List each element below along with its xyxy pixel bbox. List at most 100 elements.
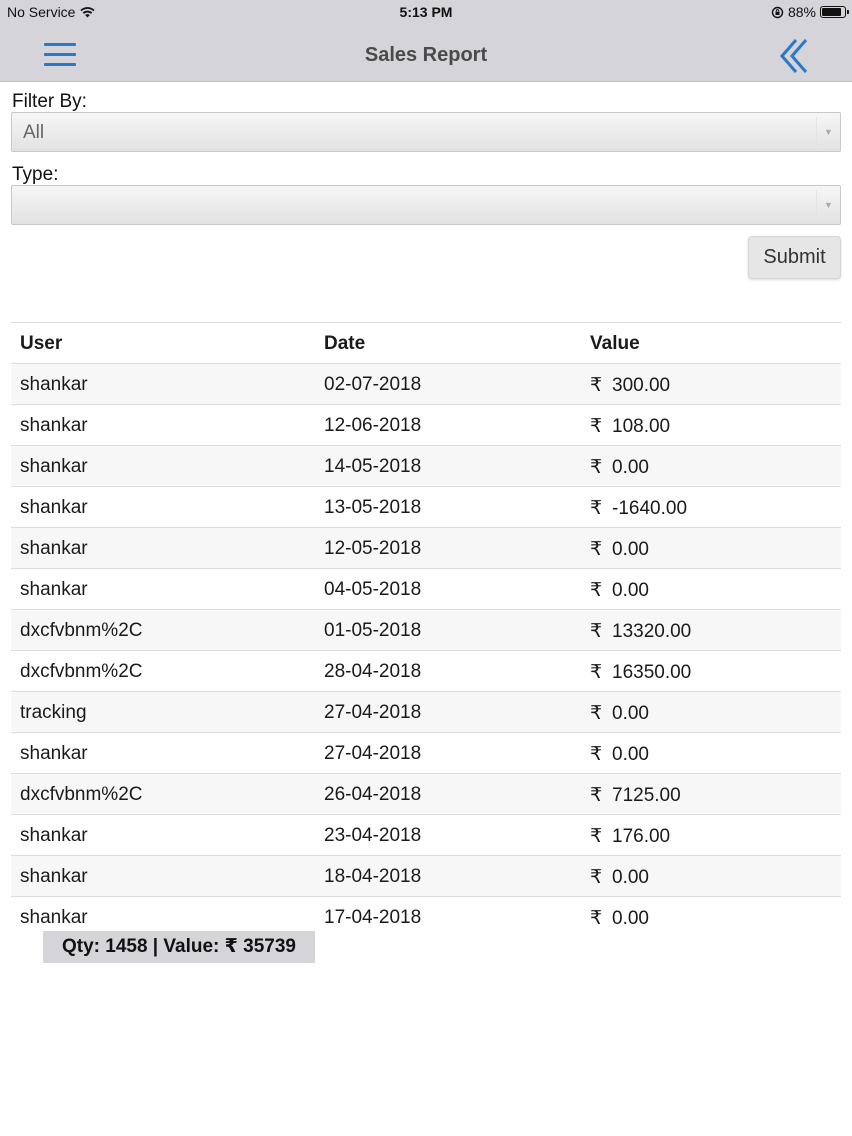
table-row: shankar 12-05-2018 ₹0.00: [11, 528, 841, 569]
cell-user: dxcfvbnm%2C: [20, 620, 143, 641]
header-user: User: [20, 333, 63, 354]
header-date: Date: [324, 333, 366, 354]
cell-value: ₹0.00: [590, 579, 649, 602]
cell-value: ₹0.00: [590, 702, 649, 725]
cell-value-amount: 0.00: [612, 744, 649, 765]
cell-value-amount: 108.00: [612, 416, 671, 437]
table-row: dxcfvbnm%2C 28-04-2018 ₹16350.00: [11, 651, 841, 692]
cell-date: 13-05-2018: [324, 497, 422, 518]
cell-user: shankar: [20, 866, 88, 887]
submit-button[interactable]: Submit: [748, 236, 841, 279]
battery-icon: [820, 6, 849, 18]
filter-by-value: All: [23, 122, 45, 143]
cell-user: shankar: [20, 743, 88, 764]
cell-value: ₹13320.00: [590, 620, 691, 643]
cell-date: 01-05-2018: [324, 620, 422, 641]
cell-value: ₹0.00: [590, 456, 649, 479]
cell-user: dxcfvbnm%2C: [20, 784, 143, 805]
cell-value: ₹0.00: [590, 866, 649, 889]
cell-value-amount: 16350.00: [612, 662, 692, 683]
cell-value-amount: 0.00: [612, 867, 649, 888]
rupee-symbol: ₹: [590, 539, 603, 560]
rupee-symbol: ₹: [590, 416, 603, 437]
status-right: 88%: [771, 4, 849, 20]
table-row: shankar 23-04-2018 ₹176.00: [11, 815, 841, 856]
cell-value: ₹ -1640.00: [590, 497, 687, 520]
cell-user: shankar: [20, 538, 88, 559]
rupee-symbol: ₹: [590, 785, 603, 806]
rupee-symbol: ₹: [590, 744, 603, 765]
cell-date: 17-04-2018: [324, 907, 422, 928]
cell-value: ₹0.00: [590, 907, 649, 930]
status-bar: No Service 5:13 PM 88%: [0, 0, 852, 24]
cell-user: shankar: [20, 579, 88, 600]
cell-user: shankar: [20, 374, 88, 395]
table-row: tracking 27-04-2018 ₹0.00: [11, 692, 841, 733]
cell-date: 27-04-2018: [324, 702, 422, 723]
cell-value: ₹108.00: [590, 415, 670, 438]
table-row: shankar 14-05-2018 ₹0.00: [11, 446, 841, 487]
cell-date: 26-04-2018: [324, 784, 422, 805]
rupee-symbol: ₹: [590, 908, 603, 929]
cell-value: ₹16350.00: [590, 661, 691, 684]
page-title: Sales Report: [364, 44, 488, 66]
cell-value: ₹0.00: [590, 743, 649, 766]
table-row: shankar 18-04-2018 ₹0.00: [11, 856, 841, 897]
nav-bar: Sales Report: [0, 24, 852, 82]
cell-user: shankar: [20, 497, 88, 518]
cell-value-amount: 0.00: [612, 580, 649, 601]
dropdown-arrow-icon: ▼: [816, 190, 840, 220]
double-chevron-left-icon: [780, 39, 808, 73]
cell-value: ₹0.00: [590, 538, 649, 561]
rupee-symbol: ₹: [590, 498, 603, 519]
table-row: shankar 12-06-2018 ₹108.00: [11, 405, 841, 446]
rupee-symbol: ₹: [590, 375, 603, 396]
table-row: shankar 27-04-2018 ₹0.00: [11, 733, 841, 774]
back-button[interactable]: [776, 38, 816, 74]
cell-value-amount: 0.00: [612, 539, 649, 560]
filter-by-label: Filter By:: [12, 91, 87, 112]
rotation-lock-icon: [771, 6, 784, 18]
type-select[interactable]: ▼: [11, 185, 841, 225]
table-row: shankar 13-05-2018 ₹ -1640.00: [11, 487, 841, 528]
filter-by-select[interactable]: All ▼: [11, 112, 841, 152]
rupee-symbol: ₹: [590, 703, 603, 724]
type-label: Type:: [12, 164, 59, 185]
cell-date: 23-04-2018: [324, 825, 422, 846]
cell-user: tracking: [20, 702, 87, 723]
cell-date: 27-04-2018: [324, 743, 422, 764]
cell-value-amount: 0.00: [612, 703, 649, 724]
table-row: dxcfvbnm%2C 26-04-2018 ₹7125.00: [11, 774, 841, 815]
cell-date: 02-07-2018: [324, 374, 422, 395]
cell-user: shankar: [20, 415, 88, 436]
cell-user: shankar: [20, 825, 88, 846]
cell-date: 12-06-2018: [324, 415, 422, 436]
rupee-symbol: ₹: [590, 580, 603, 601]
table-row: dxcfvbnm%2C 01-05-2018 ₹13320.00: [11, 610, 841, 651]
status-time: 5:13 PM: [399, 4, 453, 20]
cell-value-amount: 13320.00: [612, 621, 692, 642]
cell-value-amount: 300.00: [612, 375, 671, 396]
sales-table: User Date Value shankar 02-07-2018 ₹300.00…: [11, 322, 841, 938]
cell-value-amount: 0.00: [612, 908, 649, 929]
cell-user: shankar: [20, 456, 88, 477]
cell-date: 18-04-2018: [324, 866, 422, 887]
cell-value-amount: 7125.00: [612, 785, 681, 806]
cell-user: dxcfvbnm%2C: [20, 661, 143, 682]
rupee-symbol: ₹: [590, 662, 603, 683]
cell-date: 28-04-2018: [324, 661, 422, 682]
table-header-row: User Date Value: [11, 323, 841, 364]
cell-date: 04-05-2018: [324, 579, 422, 600]
cell-value: ₹176.00: [590, 825, 670, 848]
rupee-symbol: ₹: [590, 457, 603, 478]
cell-value-amount: 0.00: [612, 457, 649, 478]
cell-date: 12-05-2018: [324, 538, 422, 559]
battery-percent: 88%: [787, 4, 816, 20]
cell-value-amount: 176.00: [612, 826, 671, 847]
cell-value: ₹300.00: [590, 374, 670, 397]
cell-value-amount: -1640.00: [612, 498, 688, 519]
rupee-symbol: ₹: [590, 867, 603, 888]
cell-user: shankar: [20, 907, 88, 928]
header-value: Value: [590, 333, 640, 354]
battery-level: [822, 8, 842, 16]
